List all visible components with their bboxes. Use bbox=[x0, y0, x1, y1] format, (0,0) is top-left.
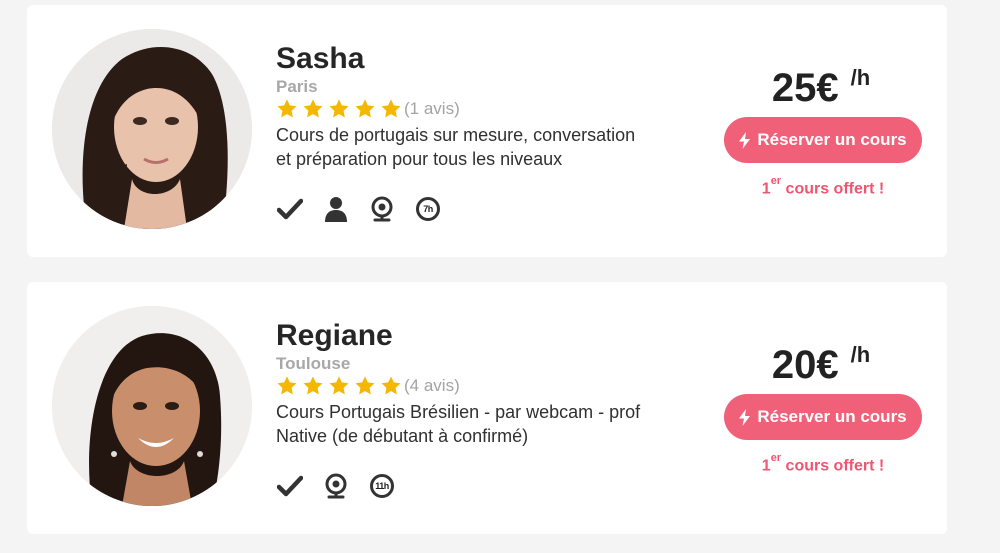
star-icon bbox=[302, 375, 324, 397]
feature-icons: 11h bbox=[276, 472, 414, 500]
tutor-card[interactable]: Sasha Paris (1 avis) Cours de portugais … bbox=[27, 5, 947, 257]
check-icon bbox=[276, 195, 304, 223]
star-icon bbox=[380, 375, 402, 397]
tutor-description: Cours Portugais Brésilien - par webcam -… bbox=[276, 402, 641, 446]
tutor-city: Toulouse bbox=[276, 354, 351, 373]
star-icon bbox=[328, 375, 350, 397]
star-icon bbox=[276, 375, 298, 397]
lightning-icon bbox=[739, 408, 751, 426]
star-icon bbox=[328, 98, 350, 120]
price: 20€ bbox=[771, 343, 839, 387]
price-unit: /h bbox=[850, 65, 871, 90]
webcam-icon bbox=[322, 472, 350, 500]
tutor-photo-icon bbox=[52, 29, 252, 229]
book-lesson-button[interactable]: Réserver un cours bbox=[724, 394, 922, 440]
star-icon bbox=[354, 98, 376, 120]
price-block: 25€ /h Réserver un cours 1er cours offert… bbox=[723, 65, 923, 198]
person-icon bbox=[322, 195, 350, 223]
tutor-description: Cours de portugais sur mesure, conversat… bbox=[276, 125, 636, 169]
offer-text: cours offert ! bbox=[781, 180, 885, 198]
price-unit: /h bbox=[850, 342, 871, 367]
tutor-name[interactable]: Sasha bbox=[276, 41, 706, 77]
book-lesson-label: Réserver un cours bbox=[757, 407, 907, 426]
first-lesson-offer: 1er cours offert ! bbox=[723, 452, 923, 475]
offer-prefix: 1 bbox=[761, 180, 771, 198]
first-lesson-offer: 1er cours offert ! bbox=[723, 175, 923, 198]
star-icon bbox=[354, 375, 376, 397]
tutor-avatar[interactable] bbox=[52, 306, 252, 506]
tutor-name[interactable]: Regiane bbox=[276, 318, 706, 354]
tutor-avatar[interactable] bbox=[52, 29, 252, 229]
star-icon bbox=[302, 98, 324, 120]
book-lesson-label: Réserver un cours bbox=[757, 130, 907, 149]
hours-text: 11h bbox=[370, 474, 394, 498]
tutor-photo-icon bbox=[52, 306, 252, 506]
webcam-icon bbox=[368, 195, 396, 223]
hours-badge: 7h bbox=[414, 195, 442, 223]
star-icon bbox=[380, 98, 402, 120]
hours-text: 7h bbox=[416, 197, 440, 221]
tutor-city: Paris bbox=[276, 77, 318, 96]
feature-icons: 7h bbox=[276, 195, 460, 223]
price-block: 20€ /h Réserver un cours 1er cours offert… bbox=[723, 342, 923, 475]
offer-sup: er bbox=[770, 452, 782, 464]
book-lesson-button[interactable]: Réserver un cours bbox=[724, 117, 922, 163]
offer-sup: er bbox=[770, 175, 782, 187]
lightning-icon bbox=[739, 131, 751, 149]
rating: (1 avis) bbox=[276, 97, 706, 121]
offer-prefix: 1 bbox=[761, 457, 771, 475]
check-icon bbox=[276, 472, 304, 500]
star-icon bbox=[276, 98, 298, 120]
offer-text: cours offert ! bbox=[781, 457, 885, 475]
review-count[interactable]: (4 avis) bbox=[404, 376, 460, 396]
hours-badge: 11h bbox=[368, 472, 396, 500]
review-count[interactable]: (1 avis) bbox=[404, 99, 460, 119]
tutor-card[interactable]: Regiane Toulouse (4 avis) Cours Portugai… bbox=[27, 282, 947, 534]
rating: (4 avis) bbox=[276, 374, 706, 398]
price: 25€ bbox=[771, 66, 839, 110]
